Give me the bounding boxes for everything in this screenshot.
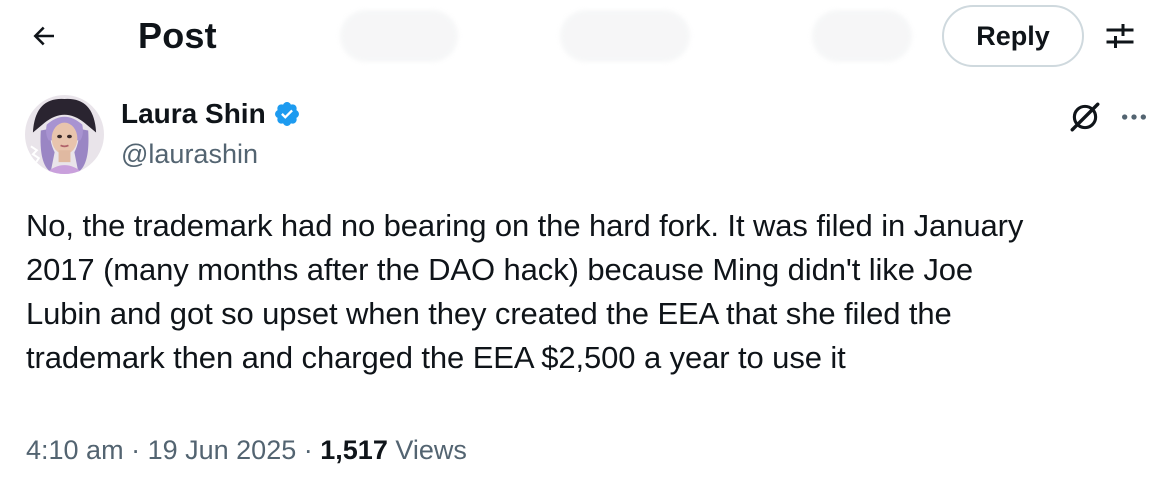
arrow-left-icon	[33, 26, 54, 46]
post-time[interactable]: 4:10 am	[26, 435, 124, 465]
author-name-row: Laura Shin	[121, 96, 301, 132]
grok-button[interactable]	[1066, 98, 1104, 136]
reply-button[interactable]: Reply	[942, 5, 1084, 67]
more-options-button[interactable]	[1114, 98, 1154, 136]
avatar[interactable]	[25, 95, 104, 174]
blurred-background-element	[340, 10, 458, 62]
verified-badge-icon	[273, 100, 301, 128]
profile-picture	[25, 95, 104, 174]
meta-separator: ·	[303, 435, 313, 465]
page-title: Post	[138, 15, 217, 56]
author-handle[interactable]: @laurashin	[121, 137, 258, 171]
more-dots-icon	[1122, 114, 1146, 120]
blurred-background-element	[812, 10, 912, 62]
reply-button-label: Reply	[976, 20, 1050, 51]
back-button[interactable]	[22, 14, 66, 58]
settings-button[interactable]	[1098, 14, 1142, 58]
post-text: No, the trademark had no bearing on the …	[26, 208, 1024, 375]
views-label: Views	[395, 435, 467, 465]
blurred-background-element	[560, 10, 690, 62]
post-date[interactable]: 19 Jun 2025	[148, 435, 297, 465]
grok-icon	[1070, 102, 1100, 132]
post-meta: 4:10 am · 19 Jun 2025 · 1,517 Views	[26, 432, 467, 468]
top-bar: Post Reply	[0, 0, 1176, 72]
sliders-icon	[1106, 24, 1134, 48]
views-count: 1,517	[320, 435, 388, 465]
meta-separator: ·	[131, 435, 141, 465]
author-name[interactable]: Laura Shin	[121, 96, 266, 132]
